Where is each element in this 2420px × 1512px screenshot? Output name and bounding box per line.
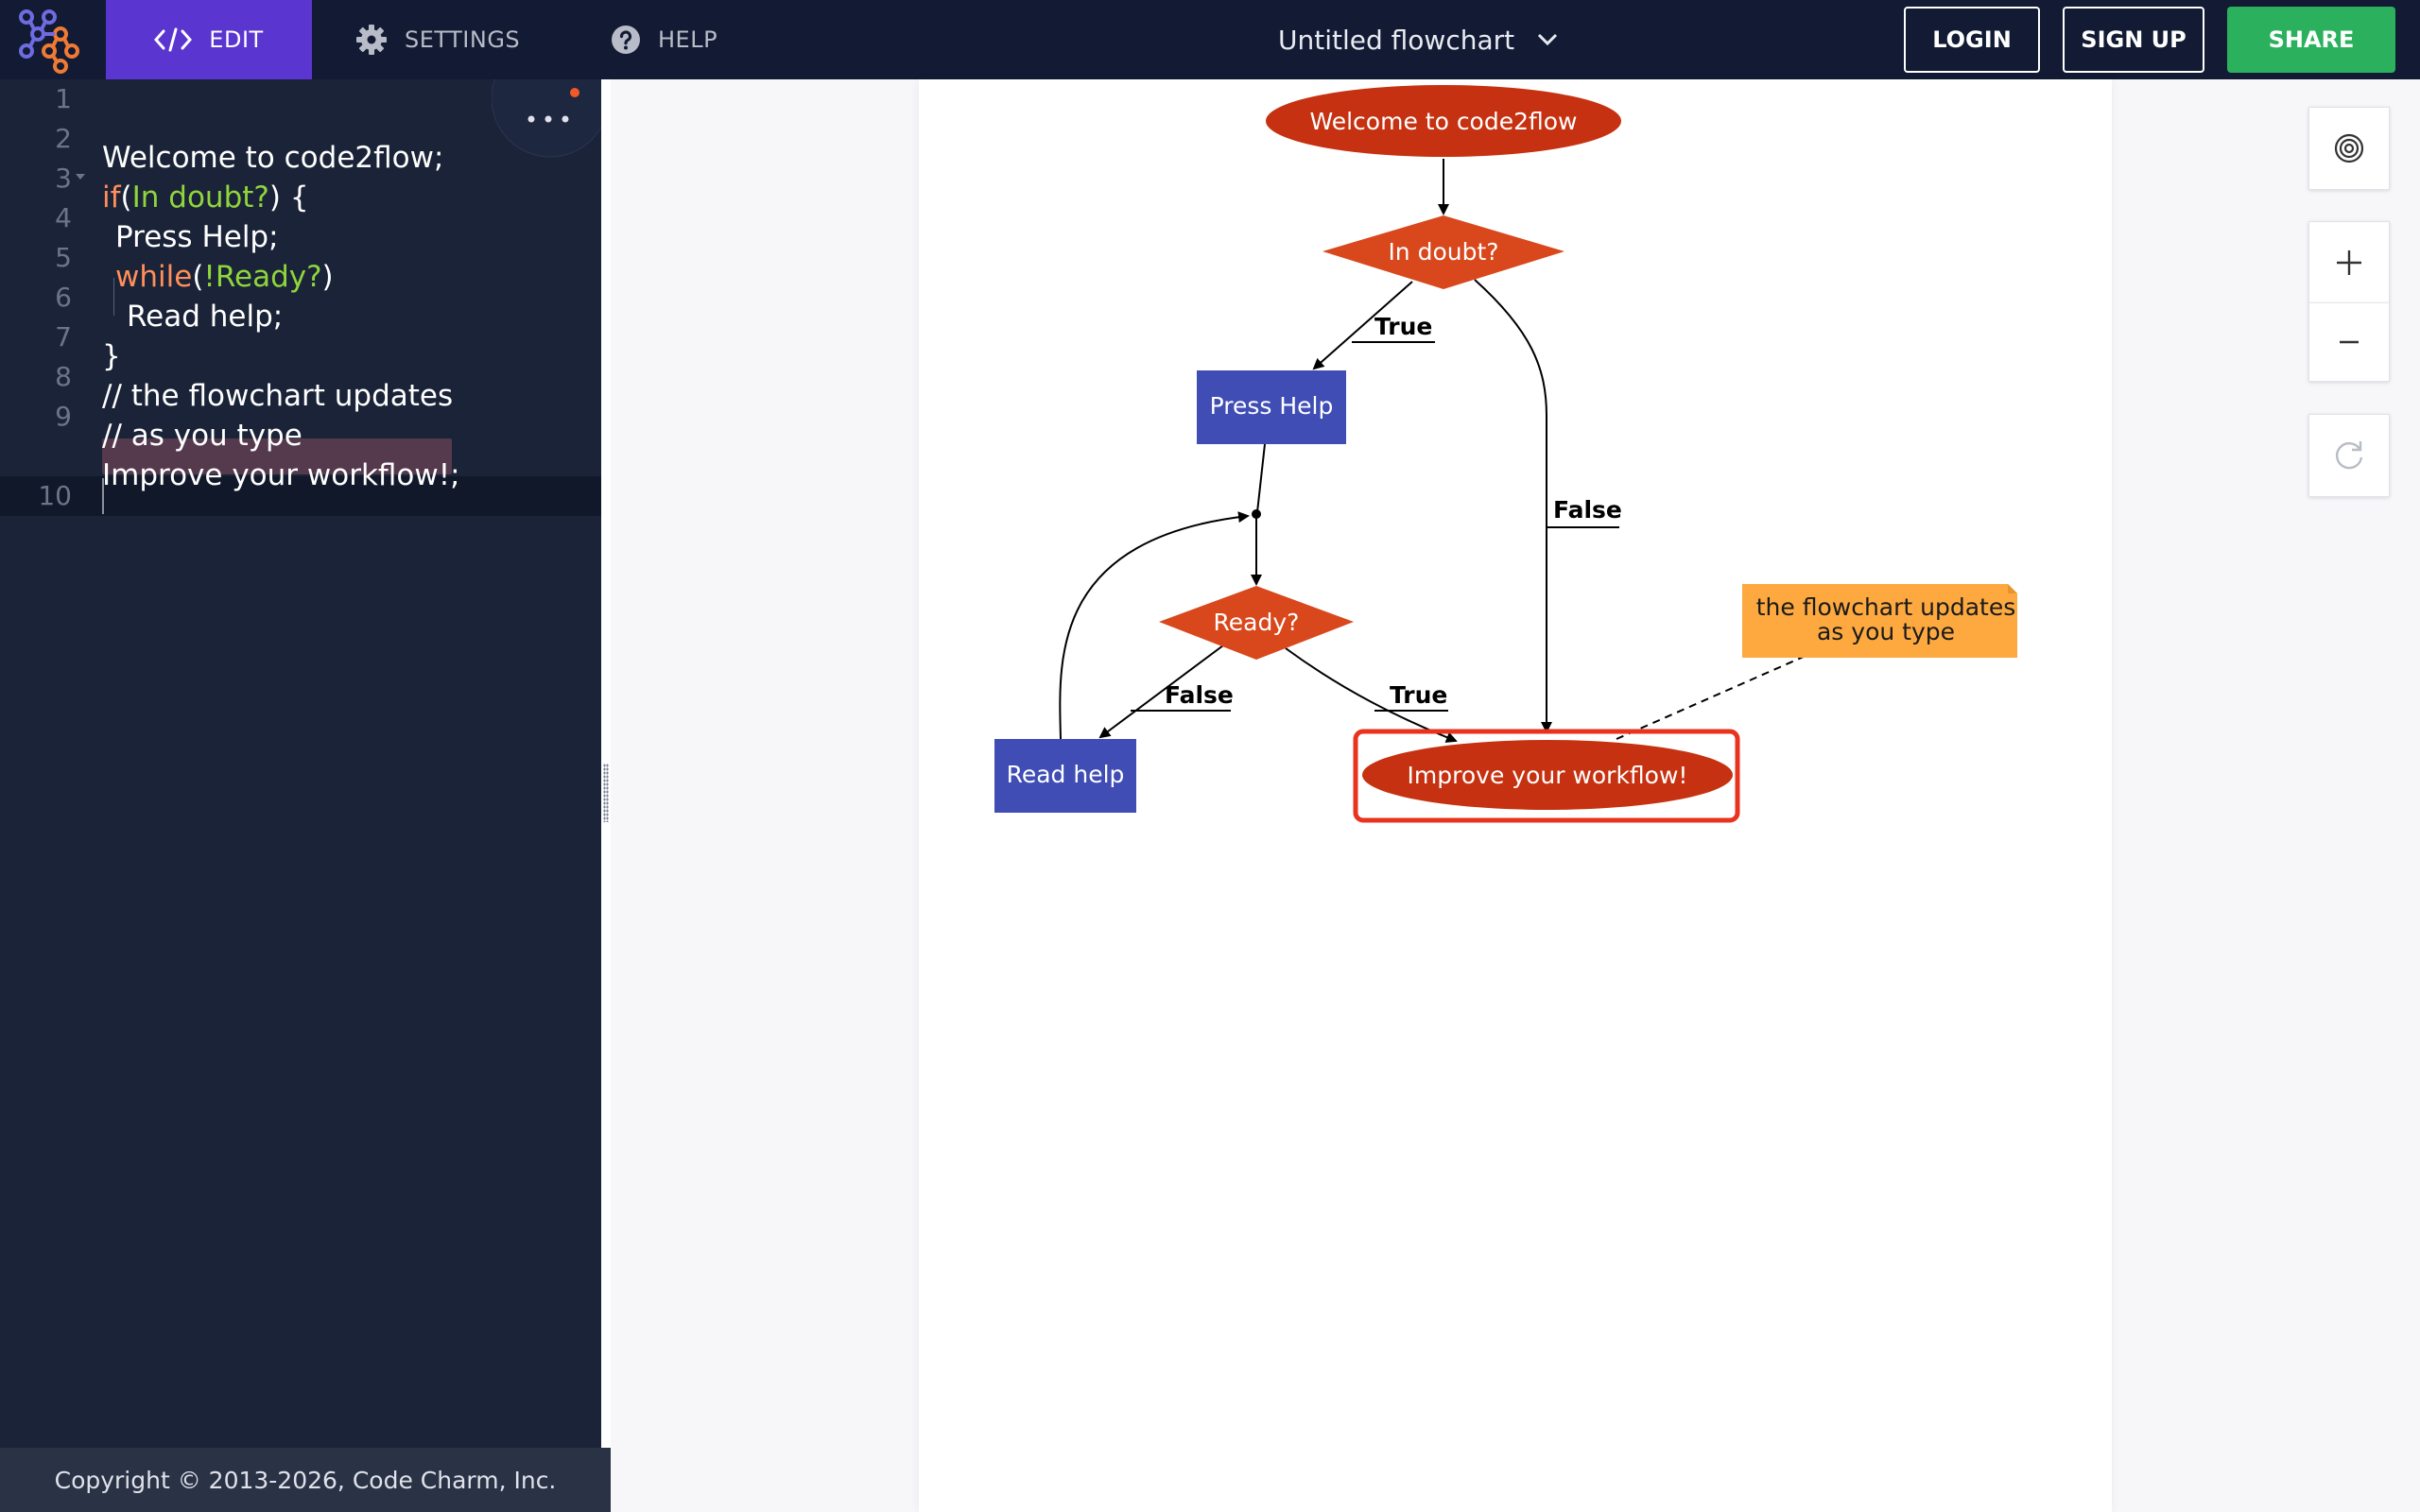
zoom-in-button[interactable]	[2308, 221, 2390, 302]
node-process-read-help-label: Read help	[1007, 761, 1125, 788]
edge-label-true-1: True	[1374, 313, 1432, 340]
node-start-label: Welcome to code2flow	[1309, 108, 1577, 135]
note-fold-corner	[2008, 584, 2017, 593]
zoom-out-button[interactable]	[2308, 302, 2390, 382]
flowchart-diagram: True False False True Welcome to code2fl…	[994, 85, 2017, 823]
comment-note-line-1: the flowchart updates	[1756, 593, 2016, 621]
node-process-press-help-label: Press Help	[1210, 392, 1334, 420]
comment-note-line-2: as you type	[1817, 618, 1955, 645]
edge-help-to-merge	[1256, 443, 1266, 513]
node-decision-ready-label: Ready?	[1214, 609, 1300, 636]
plus-icon	[2337, 249, 2361, 275]
focus-button[interactable]	[2308, 107, 2390, 190]
target-icon	[2334, 133, 2364, 163]
edge-label-true-2: True	[1390, 681, 1447, 709]
minus-icon	[2340, 340, 2359, 344]
refresh-icon	[2336, 441, 2363, 470]
edge-doubt-false	[1474, 279, 1552, 733]
merge-point	[1252, 509, 1261, 519]
node-end-label: Improve your workflow!	[1408, 762, 1688, 789]
node-decision-in-doubt-label: In doubt?	[1388, 238, 1498, 266]
reset-view-button[interactable]	[2308, 414, 2390, 497]
edge-note-link	[1616, 655, 1806, 740]
edge-label-false-1: False	[1553, 496, 1622, 524]
edge-label-false-2: False	[1165, 681, 1234, 709]
